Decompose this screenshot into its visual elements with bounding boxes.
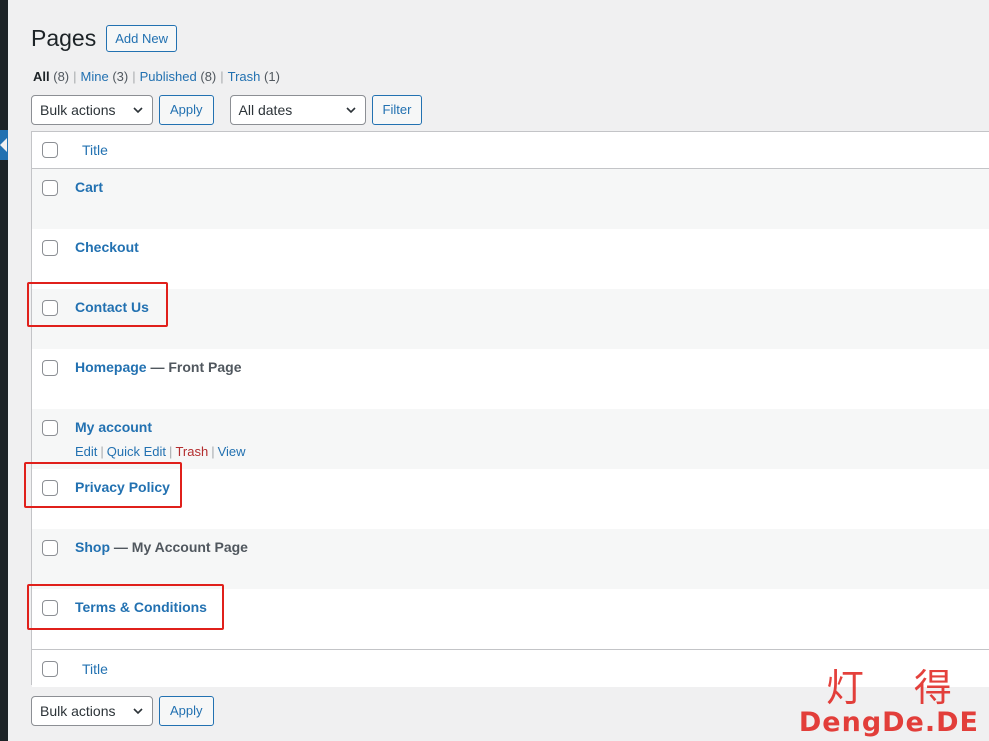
table-row: Privacy Policy [32, 469, 989, 529]
page-title-link[interactable]: Shop [75, 539, 110, 555]
page-title-link[interactable]: Checkout [75, 239, 139, 255]
table-row: Checkout [32, 229, 989, 289]
chevron-down-icon [133, 708, 143, 715]
row-checkbox[interactable] [42, 600, 58, 616]
chevron-down-icon [345, 107, 356, 114]
view-trash-link[interactable]: Trash (1) [228, 69, 280, 84]
view-all-link[interactable]: All (8) [33, 69, 69, 84]
bulk-actions-select[interactable]: Bulk actions [31, 95, 153, 125]
row-checkbox[interactable] [42, 480, 58, 496]
row-checkbox[interactable] [42, 360, 58, 376]
page-state-label: — Front Page [150, 359, 242, 375]
row-action-quick-edit[interactable]: Quick Edit [107, 444, 166, 459]
row-checkbox[interactable] [42, 300, 58, 316]
view-mine-link[interactable]: Mine (3) [81, 69, 129, 84]
table-row: My account Edit | Quick Edit | Trash | View [32, 409, 989, 469]
table-row: Homepage — Front Page [32, 349, 989, 409]
main-content: Pages Add New All (8) | Mine (3) | Published… [31, 0, 989, 741]
row-checkbox[interactable] [42, 180, 58, 196]
page-heading: Pages Add New [31, 24, 177, 52]
page-state-label: — My Account Page [113, 539, 248, 555]
watermark-chars: 灯得 [825, 666, 989, 710]
add-new-button[interactable]: Add New [106, 24, 177, 52]
table-row: Cart [32, 169, 989, 229]
page-title-link[interactable]: Contact Us [75, 299, 149, 315]
view-filters: All (8) | Mine (3) | Published (8) | Trash (1) [33, 69, 280, 84]
page-title: Pages [31, 25, 97, 51]
page-title-link[interactable]: Homepage [75, 359, 147, 375]
table-header: Title [32, 132, 989, 169]
watermark: 灯得 DengDe.DE [799, 668, 979, 738]
row-checkbox[interactable] [42, 420, 58, 436]
table-row: Contact Us [32, 289, 989, 349]
bulk-actions-select-bottom[interactable]: Bulk actions [31, 696, 153, 726]
row-checkbox[interactable] [42, 240, 58, 256]
column-title-footer[interactable]: Title [82, 661, 108, 677]
row-action-view[interactable]: View [218, 444, 246, 459]
column-title-header[interactable]: Title [82, 142, 108, 158]
row-checkbox[interactable] [42, 540, 58, 556]
chevron-down-icon [133, 107, 143, 114]
view-published-link[interactable]: Published (8) [140, 69, 217, 84]
row-action-edit[interactable]: Edit [75, 444, 97, 459]
tablenav-top: Bulk actions Apply All dates Filter [31, 95, 423, 125]
table-row: Shop — My Account Page [32, 529, 989, 589]
apply-button-bottom[interactable]: Apply [159, 696, 214, 726]
page-title-link[interactable]: Cart [75, 179, 103, 195]
select-all-checkbox[interactable] [42, 142, 58, 158]
apply-button-top[interactable]: Apply [159, 95, 214, 125]
table-row: Terms & Conditions [32, 589, 989, 649]
date-filter-select[interactable]: All dates [229, 95, 366, 125]
tablenav-bottom: Bulk actions Apply [31, 696, 214, 726]
filter-button[interactable]: Filter [371, 95, 423, 125]
row-action-trash[interactable]: Trash [175, 444, 208, 459]
watermark-text: DengDe.DE [798, 707, 979, 738]
page-title-link[interactable]: Terms & Conditions [75, 599, 207, 615]
pages-table: Title Cart Checkout Contact Us Homepage … [31, 131, 989, 687]
menu-current-arrow-icon [0, 130, 8, 160]
page-title-link[interactable]: Privacy Policy [75, 479, 170, 495]
row-actions: Edit | Quick Edit | Trash | View [75, 444, 246, 459]
page-title-link[interactable]: My account [75, 419, 152, 435]
admin-sidebar-edge [0, 0, 8, 741]
select-all-checkbox-footer[interactable] [42, 660, 58, 677]
